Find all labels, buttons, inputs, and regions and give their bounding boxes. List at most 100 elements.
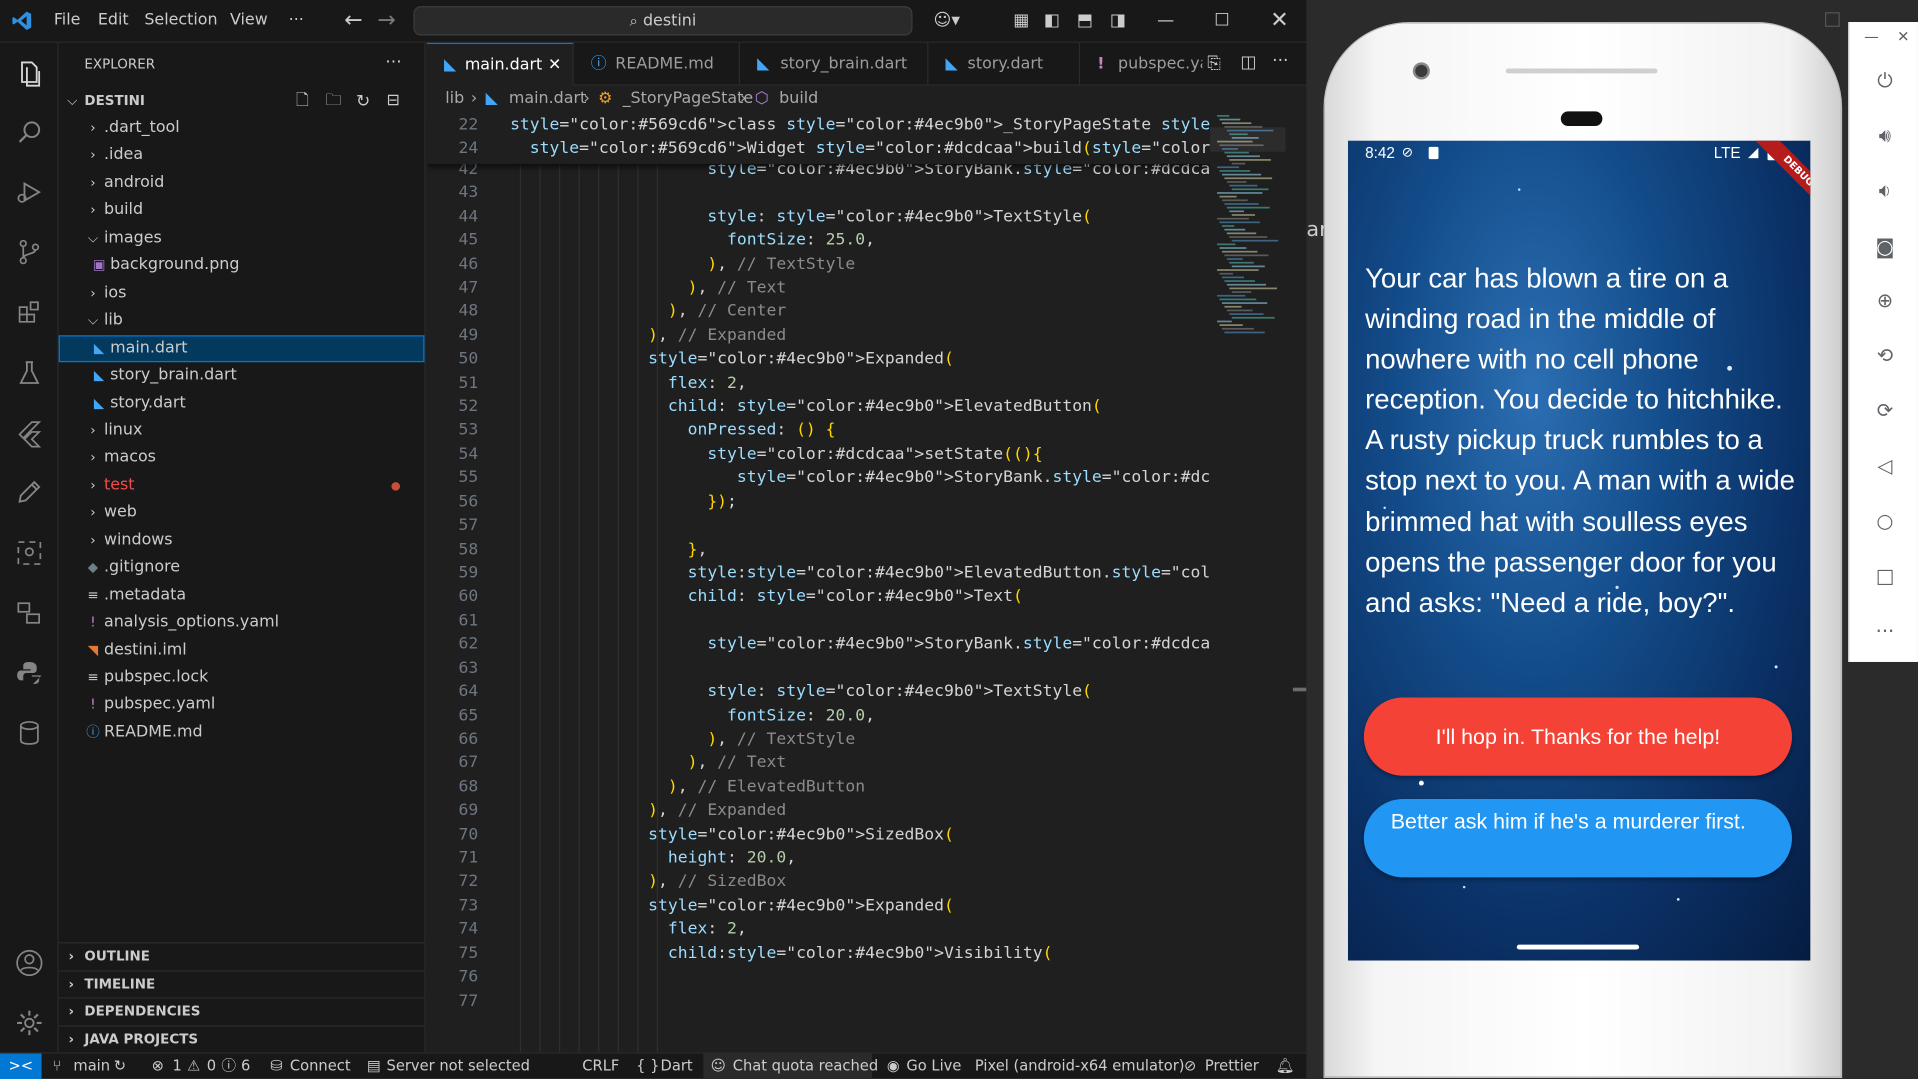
back-arrow-icon[interactable]: ←: [342, 9, 364, 32]
code-line[interactable]: 56 });: [427, 490, 1210, 514]
server-status[interactable]: Server not selected: [387, 1056, 530, 1077]
code-line[interactable]: 64 style: style="color:#4ec9b0">TextStyl…: [427, 680, 1210, 704]
code-line[interactable]: 77: [427, 989, 1210, 1013]
split-editor-icon[interactable]: ◫: [1240, 53, 1256, 73]
tree-item[interactable]: ⌵ lib: [59, 307, 425, 334]
tree-item[interactable]: › web: [59, 500, 425, 527]
sticky-line[interactable]: 24 style="color:#569cd6">Widget style="c…: [427, 138, 1210, 162]
volume-up-icon[interactable]: 🔊︎: [1871, 122, 1898, 149]
copilot-icon[interactable]: ☺▾: [930, 10, 964, 32]
refresh-icon[interactable]: ↻: [356, 88, 370, 115]
code-line[interactable]: 72 ), // SizedBox: [427, 871, 1210, 895]
code-line[interactable]: 69 ), // Expanded: [427, 799, 1210, 823]
code-line[interactable]: 43: [427, 181, 1210, 205]
tab-pubspec[interactable]: ! pubspec.ya: [1080, 43, 1202, 86]
open-changes-icon[interactable]: ⎘: [1207, 54, 1221, 74]
zoom-icon[interactable]: ⊕: [1871, 288, 1898, 315]
more-icon[interactable]: ···: [1871, 618, 1898, 645]
emulator-close-icon[interactable]: ✕: [1897, 28, 1909, 45]
remote-indicator[interactable]: ><: [0, 1053, 42, 1079]
gesture-nav-handle[interactable]: [1516, 944, 1640, 950]
section-dependencies[interactable]: › DEPENDENCIES: [58, 997, 425, 1024]
code-line[interactable]: 70 style="color:#4ec9b0">SizedBox(: [427, 823, 1210, 847]
code-line[interactable]: 55 style="color:#4ec9b0">StoryBank.style…: [427, 467, 1210, 491]
scrollbar-thumb[interactable]: [1292, 687, 1307, 692]
choice2-button[interactable]: Better ask him if he's a murderer first.: [1363, 799, 1792, 878]
notifications-bell-icon[interactable]: 🔔︎: [1276, 1056, 1295, 1077]
toggle-panel-icon[interactable]: ⬒: [1074, 10, 1096, 32]
tree-item[interactable]: ! pubspec.yaml: [59, 692, 425, 719]
tree-item[interactable]: ◆ .gitignore: [59, 555, 425, 582]
new-file-icon[interactable]: 🗋: [296, 88, 309, 115]
sticky-scroll[interactable]: 22 style="color:#569cd6">class style="col…: [426, 112, 1210, 164]
tree-item[interactable]: ◣ main.dart: [58, 334, 425, 362]
chat-quota-status[interactable]: ☺ Chat quota reached: [703, 1053, 878, 1079]
home-icon[interactable]: ○: [1871, 508, 1898, 535]
code-line[interactable]: 62 style="color:#4ec9b0">StoryBank.style…: [427, 633, 1210, 657]
source-control-icon[interactable]: [15, 237, 44, 266]
tree-item[interactable]: ⌵ images: [59, 225, 425, 252]
maximize-icon[interactable]: ☐: [1211, 10, 1233, 32]
tree-item[interactable]: › ios: [59, 280, 425, 307]
breadcrumb-build[interactable]: build: [779, 86, 818, 113]
tree-item[interactable]: ≡ pubspec.lock: [59, 664, 425, 691]
tree-item[interactable]: › linux: [59, 417, 425, 444]
code-line[interactable]: 73 style="color:#4ec9b0">Expanded(: [427, 894, 1210, 918]
tab-readme[interactable]: ⓘ README.md: [574, 42, 741, 86]
new-folder-icon[interactable]: 🗀: [325, 88, 341, 115]
code-line[interactable]: 75 child:style="color:#4ec9b0">Visibilit…: [427, 942, 1210, 966]
language-mode[interactable]: Dart: [661, 1056, 693, 1077]
tree-item[interactable]: › windows: [59, 527, 425, 554]
power-icon[interactable]: ⏻: [1871, 67, 1898, 94]
code-line[interactable]: 50 style="color:#4ec9b0">Expanded(: [427, 348, 1210, 372]
code-line[interactable]: 54 style="color:#dcdcaa">setState((){: [427, 443, 1210, 467]
menu-edit[interactable]: Edit: [98, 11, 129, 29]
menu-file[interactable]: File: [54, 11, 81, 29]
close-tab-icon[interactable]: ✕: [548, 44, 561, 86]
containers-icon[interactable]: [15, 598, 44, 627]
prettier-status[interactable]: Prettier: [1205, 1056, 1259, 1077]
customize-layout-icon[interactable]: ▦: [1010, 10, 1032, 32]
code-line[interactable]: 65 fontSize: 20.0,: [427, 704, 1210, 728]
tree-item[interactable]: › android: [59, 170, 425, 197]
tree-item[interactable]: ! analysis_options.yaml: [59, 609, 425, 636]
extensions-icon[interactable]: [15, 297, 44, 326]
explorer-icon[interactable]: [15, 59, 44, 88]
code-line[interactable]: 49 ), // Expanded: [427, 324, 1210, 348]
menu-view[interactable]: View: [230, 11, 268, 29]
tree-item[interactable]: › macos: [59, 445, 425, 472]
menu-selection[interactable]: Selection: [144, 11, 217, 29]
tree-item[interactable]: › build: [59, 197, 425, 224]
go-live-button[interactable]: Go Live: [906, 1056, 961, 1077]
code-line[interactable]: 44 style: style="color:#4ec9b0">TextStyl…: [427, 205, 1210, 229]
overview-icon[interactable]: □: [1871, 563, 1898, 590]
rotate-left-icon[interactable]: ⟲: [1871, 343, 1898, 370]
code-line[interactable]: 66 ), // TextStyle: [427, 728, 1210, 752]
choice1-button[interactable]: I'll hop in. Thanks for the help!: [1363, 697, 1792, 776]
settings-gear-icon[interactable]: [15, 1008, 44, 1037]
device-selector[interactable]: Pixel (android-x64 emulator): [975, 1056, 1185, 1077]
search-icon[interactable]: [15, 117, 44, 146]
python-icon[interactable]: [15, 658, 44, 687]
sync-icon[interactable]: ↻: [114, 1056, 126, 1077]
volume-down-icon[interactable]: 🔉︎: [1871, 177, 1898, 204]
code-line[interactable]: 58 },: [427, 538, 1210, 562]
code-line[interactable]: 46 ), // TextStyle: [427, 253, 1210, 277]
root-folder-destini[interactable]: ⌵ DESTINI 🗋 🗀 ↻ ⊟: [59, 88, 425, 115]
run-debug-icon[interactable]: [15, 177, 44, 206]
code-line[interactable]: 57: [427, 514, 1210, 538]
code-line[interactable]: 51 flex: 2,: [427, 371, 1210, 395]
database-icon[interactable]: [15, 718, 44, 747]
code-line[interactable]: 63: [427, 657, 1210, 681]
toggle-secondary-sidebar-icon[interactable]: ◨: [1107, 10, 1129, 32]
minimize-icon[interactable]: —: [1155, 10, 1177, 32]
code-line[interactable]: 76: [427, 966, 1210, 990]
warning-count[interactable]: 0: [207, 1056, 216, 1077]
breadcrumb-lib[interactable]: lib: [445, 86, 464, 113]
code-line[interactable]: 47 ), // Text: [427, 276, 1210, 300]
forward-arrow-icon[interactable]: →: [376, 9, 398, 32]
section-timeline[interactable]: › TIMELINE: [58, 970, 425, 997]
remote-explorer-icon[interactable]: [15, 538, 44, 567]
error-count[interactable]: 1: [172, 1056, 181, 1077]
camera-icon[interactable]: ◙: [1871, 234, 1898, 261]
